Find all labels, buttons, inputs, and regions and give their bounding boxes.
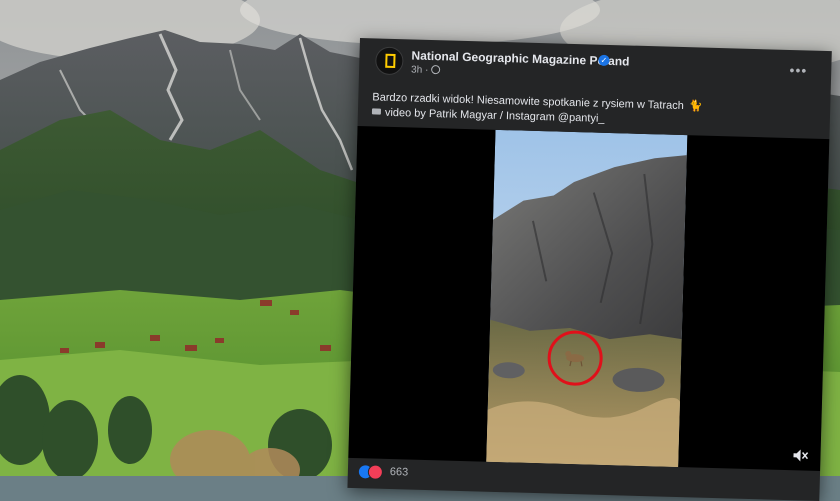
facebook-post-card: National Geographic Magazine Poland ✓ 3h… (347, 38, 831, 501)
mute-icon[interactable] (792, 448, 808, 462)
cat-emoji-icon: 🐈 (689, 99, 703, 114)
video-player[interactable] (348, 126, 829, 471)
post-caption: Bardzo rzadki widok! Niesamowite spotkan… (372, 90, 813, 132)
love-reaction-icon (368, 464, 383, 479)
post-time-link[interactable]: 3h (411, 64, 422, 75)
more-options-icon[interactable]: ••• (789, 62, 807, 78)
page-name-link[interactable]: National Geographic Magazine Poland (411, 48, 629, 68)
globe-icon (431, 65, 440, 74)
page-avatar[interactable] (375, 46, 404, 75)
video-frame[interactable] (486, 130, 687, 467)
reactions-count[interactable]: 663 (390, 466, 409, 479)
national-geographic-logo-icon (385, 54, 395, 68)
post-meta: 3h · (411, 64, 441, 76)
post-header: National Geographic Magazine Poland ✓ 3h… (375, 46, 816, 94)
camera-icon (372, 108, 381, 114)
